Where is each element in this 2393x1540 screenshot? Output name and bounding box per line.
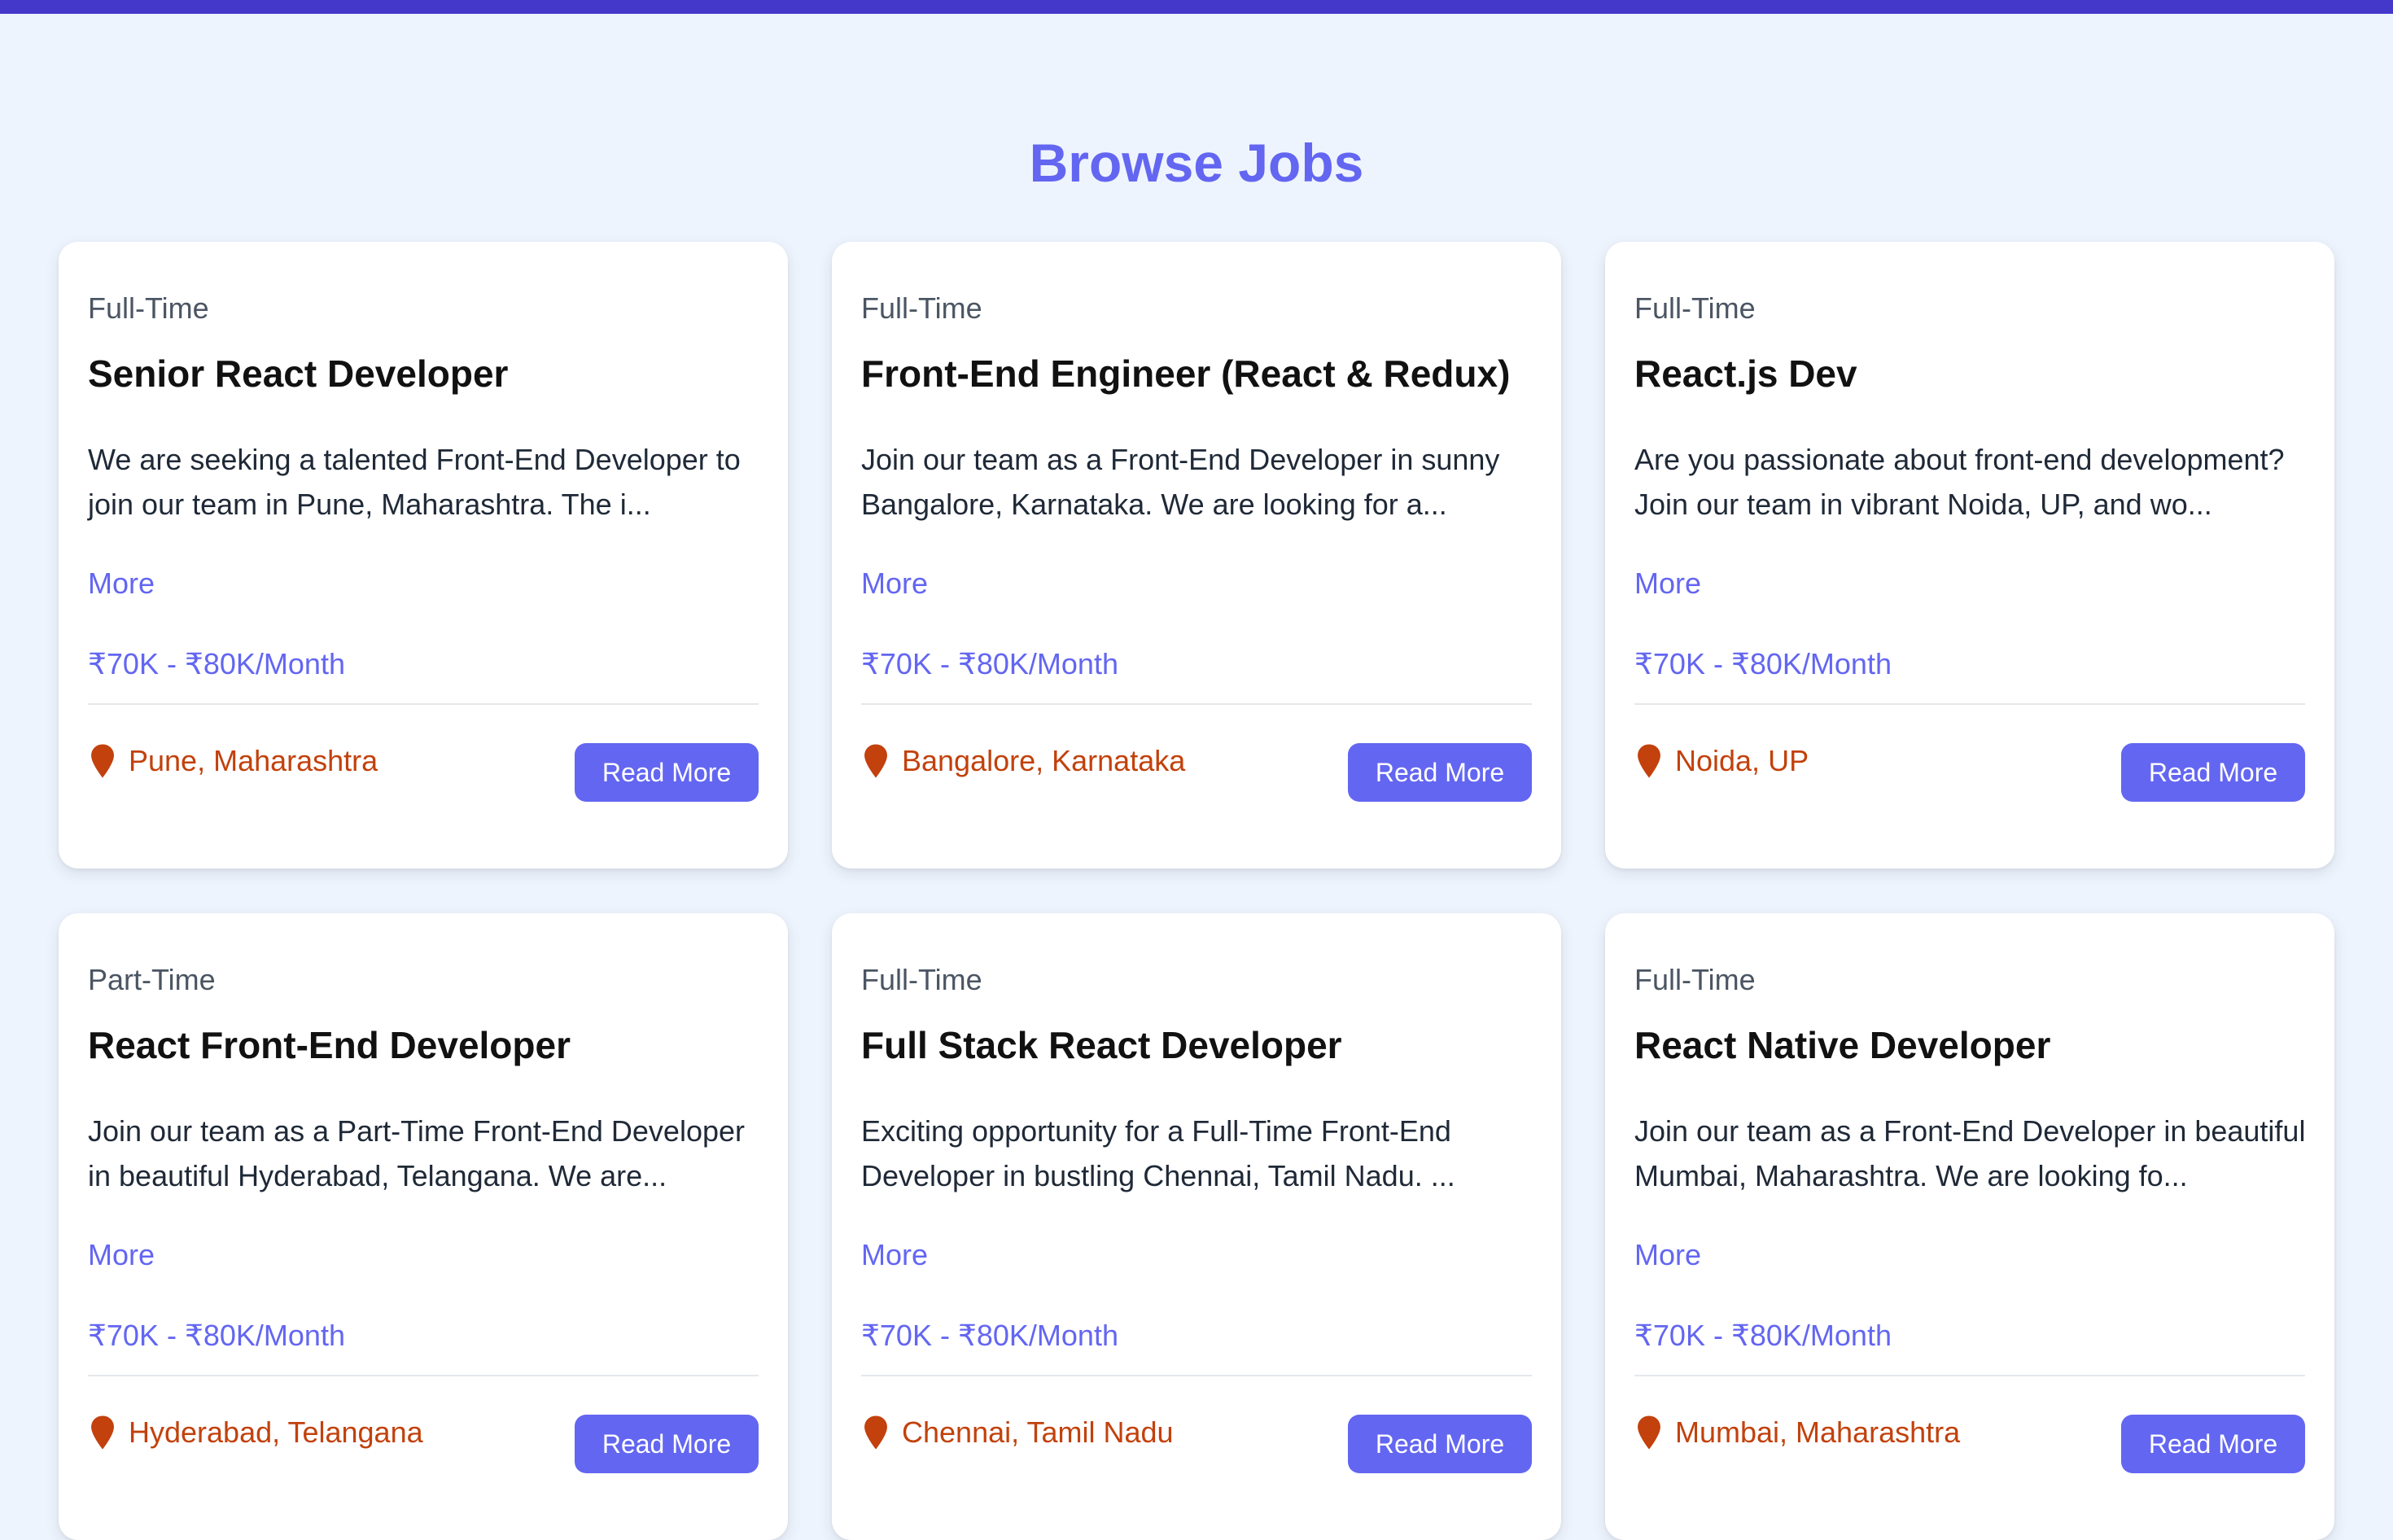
read-more-button[interactable]: Read More — [575, 743, 759, 802]
salary-range: ₹70K - ₹80K/Month — [861, 1319, 1118, 1352]
job-location: Pune, Maharashtra — [88, 743, 378, 779]
map-pin-icon — [91, 1415, 114, 1450]
card-divider — [88, 1375, 759, 1376]
card-divider — [861, 1375, 1532, 1376]
location-text: Pune, Maharashtra — [129, 744, 378, 777]
jobs-grid: Full-Time Senior React Developer We are … — [59, 242, 2334, 1540]
job-card: Full-Time React.js Dev Are you passionat… — [1605, 242, 2334, 868]
job-description: Join our team as a Front-End Developer i… — [1634, 1114, 2306, 1192]
job-card: Full-Time Full Stack React Developer Exc… — [832, 913, 1561, 1540]
job-title: React.js Dev — [1634, 352, 1857, 395]
location-text: Hyderabad, Telangana — [129, 1415, 423, 1449]
read-more-button[interactable]: Read More — [575, 1415, 759, 1473]
job-title: React Native Developer — [1634, 1024, 2051, 1066]
map-pin-icon — [864, 744, 887, 778]
job-description: Join our team as a Part-Time Front-End D… — [88, 1114, 745, 1192]
top-accent-bar — [0, 0, 2393, 14]
job-card: Part-Time React Front-End Developer Join… — [59, 913, 788, 1540]
job-type-label: Part-Time — [88, 963, 216, 996]
salary-range: ₹70K - ₹80K/Month — [861, 647, 1118, 680]
card-divider — [1634, 703, 2305, 705]
job-type-label: Full-Time — [861, 291, 982, 325]
job-description: Exciting opportunity for a Full-Time Fro… — [861, 1114, 1455, 1192]
location-text: Mumbai, Maharashtra — [1675, 1415, 1961, 1449]
more-link[interactable]: More — [861, 1237, 928, 1273]
more-link[interactable]: More — [88, 566, 155, 602]
read-more-button[interactable]: Read More — [2121, 743, 2305, 802]
job-title: Senior React Developer — [88, 352, 509, 395]
read-more-button[interactable]: Read More — [1348, 743, 1532, 802]
card-divider — [861, 703, 1532, 705]
job-description: Are you passionate about front-end devel… — [1634, 443, 2285, 521]
job-title: Full Stack React Developer — [861, 1024, 1342, 1066]
read-more-button[interactable]: Read More — [2121, 1415, 2305, 1473]
page-title: Browse Jobs — [1029, 133, 1364, 193]
job-description: Join our team as a Front-End Developer i… — [861, 443, 1500, 521]
job-description: We are seeking a talented Front-End Deve… — [88, 443, 741, 521]
job-type-label: Full-Time — [1634, 963, 1756, 996]
map-pin-icon — [1638, 744, 1660, 778]
job-type-label: Full-Time — [1634, 291, 1756, 325]
salary-range: ₹70K - ₹80K/Month — [88, 647, 345, 680]
more-link[interactable]: More — [1634, 566, 1701, 602]
job-location: Hyderabad, Telangana — [88, 1415, 423, 1450]
job-title: Front-End Engineer (React & Redux) — [861, 352, 1511, 395]
map-pin-icon — [91, 744, 114, 778]
location-text: Chennai, Tamil Nadu — [902, 1415, 1174, 1449]
job-type-label: Full-Time — [88, 291, 209, 325]
more-link[interactable]: More — [88, 1237, 155, 1273]
job-card: Full-Time React Native Developer Join ou… — [1605, 913, 2334, 1540]
job-card: Full-Time Senior React Developer We are … — [59, 242, 788, 868]
job-title: React Front-End Developer — [88, 1024, 571, 1066]
location-text: Bangalore, Karnataka — [902, 744, 1186, 777]
more-link[interactable]: More — [1634, 1237, 1701, 1273]
read-more-button[interactable]: Read More — [1348, 1415, 1532, 1473]
location-text: Noida, UP — [1675, 744, 1809, 777]
salary-range: ₹70K - ₹80K/Month — [1634, 1319, 1892, 1352]
salary-range: ₹70K - ₹80K/Month — [1634, 647, 1892, 680]
more-link[interactable]: More — [861, 566, 928, 602]
job-location: Noida, UP — [1634, 743, 1809, 779]
map-pin-icon — [864, 1415, 887, 1450]
job-card: Full-Time Front-End Engineer (React & Re… — [832, 242, 1561, 868]
job-location: Mumbai, Maharashtra — [1634, 1415, 1960, 1450]
map-pin-icon — [1638, 1415, 1660, 1450]
card-divider — [88, 703, 759, 705]
card-divider — [1634, 1375, 2305, 1376]
job-location: Bangalore, Karnataka — [861, 743, 1185, 779]
job-type-label: Full-Time — [861, 963, 982, 996]
salary-range: ₹70K - ₹80K/Month — [88, 1319, 345, 1352]
job-location: Chennai, Tamil Nadu — [861, 1415, 1174, 1450]
